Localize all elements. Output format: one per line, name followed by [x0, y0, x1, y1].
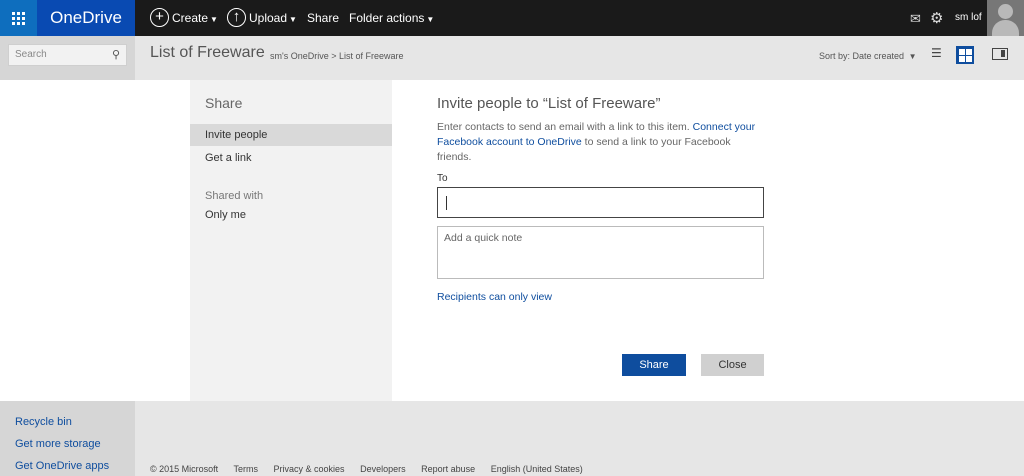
- top-bar: OneDrive + Create ▼ ↑ Upload ▼ Share Folder …: [0, 0, 1024, 36]
- list-view-icon[interactable]: ☰: [931, 46, 949, 64]
- tab-invite-people[interactable]: Invite people: [190, 124, 392, 146]
- onedrive-brand[interactable]: OneDrive: [37, 0, 135, 36]
- avatar[interactable]: [987, 0, 1024, 36]
- details-pane-icon[interactable]: [992, 48, 1008, 60]
- close-button[interactable]: Close: [701, 354, 764, 376]
- chevron-down-icon: ▼: [908, 52, 917, 61]
- sort-label: Sort by: Date created: [819, 51, 905, 61]
- footer-link-report-abuse[interactable]: Report abuse: [421, 464, 475, 474]
- note-placeholder: Add a quick note: [444, 232, 523, 244]
- to-recipients-input[interactable]: [437, 187, 764, 218]
- sort-dropdown[interactable]: Sort by: Date created ▼: [819, 51, 916, 61]
- search-placeholder: Search: [15, 49, 47, 60]
- footer-link-developers[interactable]: Developers: [360, 464, 406, 474]
- share-title: Share: [205, 95, 243, 111]
- plus-icon: +: [150, 8, 169, 28]
- footer-link-terms[interactable]: Terms: [234, 464, 259, 474]
- breadcrumb-root[interactable]: sm's OneDrive: [270, 51, 329, 61]
- dialog-description: Enter contacts to send an email with a l…: [437, 120, 767, 165]
- shared-with-value[interactable]: Only me: [205, 209, 246, 221]
- upload-button[interactable]: ↑ Upload ▼: [227, 0, 297, 36]
- chevron-down-icon: ▼: [289, 15, 297, 24]
- gear-icon[interactable]: ⚙: [930, 9, 943, 27]
- share-command[interactable]: Share: [307, 0, 339, 36]
- upload-arrow-icon: ↑: [227, 8, 246, 28]
- footer-link-language[interactable]: English (United States): [491, 464, 583, 474]
- folder-actions-label: Folder actions: [349, 11, 425, 25]
- share-button[interactable]: Share: [622, 354, 686, 376]
- share-sidebar: Share Invite people Get a link Shared wi…: [190, 80, 392, 401]
- footer: © 2015 Microsoft Terms Privacy & cookies…: [150, 464, 596, 474]
- tiles-view-icon[interactable]: [956, 46, 974, 64]
- folder-actions-button[interactable]: Folder actions ▼: [349, 0, 434, 36]
- permissions-link[interactable]: Recipients can only view: [437, 291, 552, 303]
- upload-label: Upload: [249, 11, 288, 25]
- chevron-down-icon: ▼: [210, 15, 218, 24]
- dialog-title: Invite people to “List of Freeware”: [437, 95, 661, 112]
- breadcrumb: sm's OneDrive > List of Freeware: [270, 51, 404, 61]
- create-label: Create: [172, 11, 209, 25]
- get-more-storage-link[interactable]: Get more storage: [15, 438, 101, 450]
- footer-link-privacy[interactable]: Privacy & cookies: [274, 464, 345, 474]
- user-name[interactable]: sm lof: [955, 0, 982, 36]
- notifications-icon[interactable]: ✉: [910, 11, 921, 27]
- app-launcher-icon[interactable]: [0, 0, 37, 36]
- to-label: To: [437, 173, 448, 184]
- copyright-text: © 2015 Microsoft: [150, 464, 219, 474]
- search-icon[interactable]: ⚲: [112, 45, 120, 65]
- chevron-down-icon: ▼: [426, 15, 435, 24]
- description-text: Enter contacts to send an email with a l…: [437, 121, 690, 133]
- breadcrumb-current: List of Freeware: [339, 51, 404, 61]
- create-button[interactable]: + Create ▼: [150, 0, 218, 36]
- recycle-bin-link[interactable]: Recycle bin: [15, 416, 72, 428]
- page-title: List of Freeware: [150, 44, 265, 61]
- get-apps-link[interactable]: Get OneDrive apps: [15, 460, 109, 472]
- text-caret: [446, 196, 447, 210]
- shared-with-label: Shared with: [205, 190, 264, 202]
- tab-get-a-link[interactable]: Get a link: [190, 147, 392, 169]
- breadcrumb-separator: >: [331, 51, 337, 61]
- quick-note-field[interactable]: Add a quick note: [437, 226, 764, 279]
- search-input[interactable]: Search ⚲: [8, 44, 127, 66]
